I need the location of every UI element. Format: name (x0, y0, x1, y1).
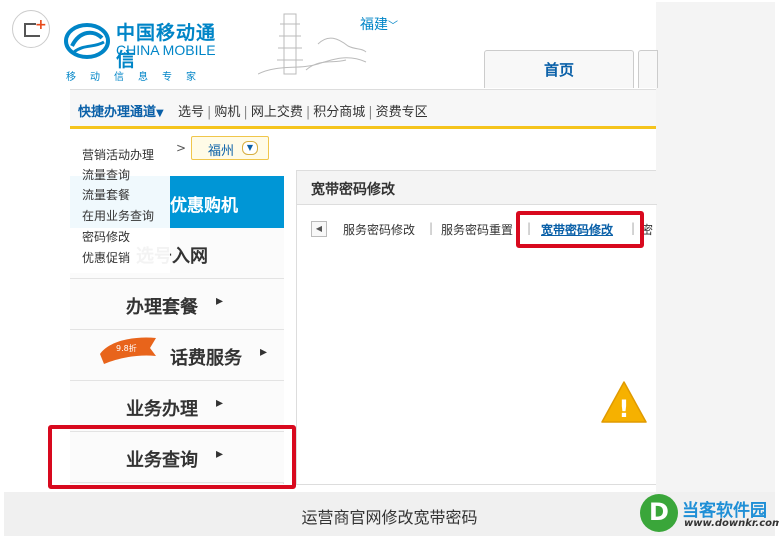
sidebar-item-billing-service[interactable]: 9.8折 话费服务 ▸ (70, 330, 284, 381)
menu-item-data-package[interactable]: 流量套餐 (82, 186, 130, 203)
highlight-business-query (48, 425, 296, 489)
tab-service-password-change[interactable]: 服务密码修改 (343, 221, 415, 238)
panel-header: 宽带密码修改 (297, 171, 657, 205)
chevron-right-icon: ▸ (260, 344, 268, 360)
divider: | (243, 105, 248, 120)
region-label: 福建 (360, 17, 388, 33)
chevron-left-icon[interactable]: ◀ (311, 221, 327, 237)
sidebar-item-plans[interactable]: 办理套餐 ▸ (70, 279, 284, 330)
menu-item-promotions[interactable]: 优惠促销 (82, 249, 130, 266)
chevron-down-icon: ▼ (242, 141, 258, 155)
discount-badge-text: 9.8折 (116, 343, 137, 353)
tab-service-password-reset[interactable]: 服务密码重置 (441, 221, 513, 238)
city-label: 福州 (208, 144, 235, 159)
chevron-down-icon: ﹀ (388, 21, 398, 32)
watermark-logo-icon: D (640, 494, 678, 532)
divider: | (305, 105, 311, 120)
warning-symbol: ! (619, 395, 630, 423)
nav-link-online-payment[interactable]: 网上交费 (251, 105, 303, 120)
watermark-url: www.downkr.com (684, 518, 779, 529)
quick-channel-menu[interactable]: 快捷办理通道▼ (78, 101, 164, 120)
warning-icon: ! (601, 381, 647, 423)
nav-links: 选号 | 购机 | 网上交费 | 积分商城 | 资费专区 (178, 101, 428, 120)
highlight-broadband-tab (516, 211, 644, 248)
quick-channel-label: 快捷办理通道 (78, 105, 157, 120)
nav-link-buy-phone[interactable]: 购机 (214, 105, 240, 120)
nav-link-select-number[interactable]: 选号 (178, 105, 204, 120)
divider: | (368, 105, 373, 120)
quick-navbar: 快捷办理通道▼ 选号 | 购机 | 网上交费 | 积分商城 | 资费专区 (70, 89, 656, 129)
chevron-right-icon: ▸ (216, 293, 224, 309)
tab-home[interactable]: 首页 (484, 50, 634, 88)
right-gutter (656, 2, 775, 492)
sidebar-item-label: 办理套餐 (126, 297, 198, 318)
frame-shape-base (24, 35, 40, 37)
menu-item-password-change[interactable]: 密码修改 (82, 228, 130, 245)
china-mobile-logo-mark-icon (64, 23, 110, 59)
sidebar-item-label: 优惠购机 (170, 196, 238, 216)
brand-name-en: CHINA MOBILE (116, 42, 216, 58)
caret-down-icon: ▼ (156, 108, 164, 119)
brand-tagline: 移动信息专家 (66, 72, 210, 83)
pagoda-illustration (258, 13, 367, 75)
breadcrumb-separator: > (176, 141, 187, 155)
chevron-right-icon: ▸ (216, 395, 224, 411)
menu-item-data-query[interactable]: 流量查询 (82, 166, 130, 183)
region-selector[interactable]: 福建﹀ (360, 14, 398, 34)
city-selector[interactable]: 福州 ▼ (191, 136, 269, 160)
tab-next[interactable] (638, 50, 658, 88)
sidebar-item-label: 话费服务 (170, 348, 242, 369)
nav-link-tariff-zone[interactable]: 资费专区 (376, 105, 428, 120)
menu-item-service-query[interactable]: 在用业务查询 (82, 207, 154, 224)
quick-channel-dropdown: 营销活动办理 流量查询 流量套餐 在用业务查询 密码修改 优惠促销 (70, 136, 170, 273)
plus-icon: + (35, 17, 47, 33)
divider: | (429, 221, 434, 235)
china-mobile-logo[interactable]: 中国移动通信 CHINA MOBILE 移动信息专家 (64, 18, 234, 88)
divider: | (207, 105, 212, 120)
add-screenshot-icon[interactable]: + (12, 10, 50, 48)
discount-ribbon-icon: 9.8折 (100, 337, 156, 364)
watermark-logo: D 当客软件园 www.downkr.com (640, 494, 779, 536)
nav-link-points-mall[interactable]: 积分商城 (313, 105, 365, 120)
menu-item-marketing[interactable]: 营销活动办理 (82, 146, 154, 163)
screenshot-frame: + 中国移动通信 CHINA MOBILE 移动信息专家 福建﹀ 首页 快捷办理… (0, 0, 779, 539)
page-title: 宽带密码修改 (311, 182, 395, 198)
sidebar-item-label: 业务办理 (126, 399, 198, 420)
